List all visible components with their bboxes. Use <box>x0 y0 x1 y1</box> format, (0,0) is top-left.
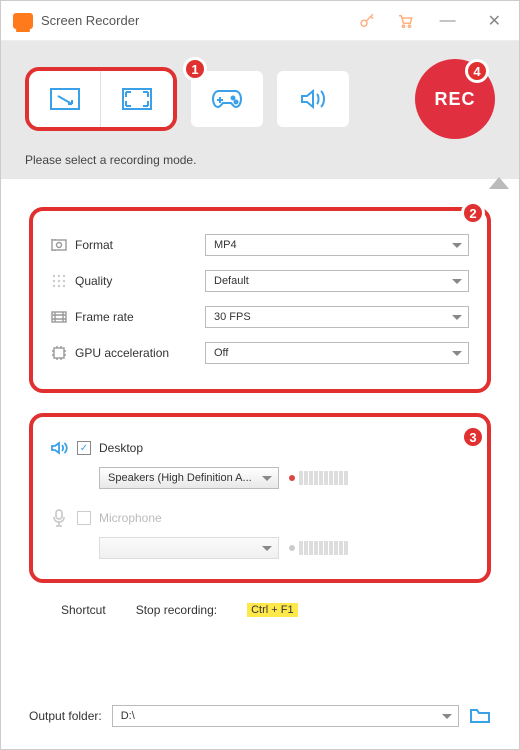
browse-folder-icon[interactable] <box>469 707 491 725</box>
shortcut-row: Shortcut Stop recording: Ctrl + F1 <box>61 603 459 617</box>
mode-hint: Please select a recording mode. <box>25 153 495 167</box>
shortcut-label: Shortcut <box>61 603 106 617</box>
desktop-device-dropdown[interactable]: Speakers (High Definition A... <box>99 467 279 489</box>
desktop-vu-meter <box>289 471 348 485</box>
minimize-button[interactable]: — <box>434 12 462 30</box>
framerate-label: Frame rate <box>75 310 205 324</box>
audio-mode-button[interactable] <box>277 71 349 127</box>
desktop-audio-label: Desktop <box>99 441 143 455</box>
microphone-icon <box>51 509 77 527</box>
window-title: Screen Recorder <box>41 13 139 28</box>
quality-dropdown[interactable]: Default <box>205 270 469 292</box>
output-folder-label: Output folder: <box>29 709 102 723</box>
custom-region-button[interactable] <box>29 71 101 127</box>
annotation-badge-2: 2 <box>461 201 485 225</box>
record-label: REC <box>434 89 475 110</box>
microphone-label: Microphone <box>99 511 162 525</box>
format-label: Format <box>75 238 205 252</box>
fullscreen-button[interactable] <box>101 71 173 127</box>
microphone-checkbox[interactable] <box>77 511 91 525</box>
close-button[interactable]: ✕ <box>482 11 507 31</box>
annotation-badge-3: 3 <box>461 425 485 449</box>
output-folder-dropdown[interactable]: D:\ <box>112 705 459 727</box>
audio-settings-panel: ✓ Desktop Speakers (High Definition A...… <box>29 413 491 583</box>
gpu-icon <box>51 345 75 361</box>
framerate-icon <box>51 309 75 325</box>
annotation-badge-4: 4 <box>465 59 489 83</box>
stop-recording-key: Ctrl + F1 <box>247 603 297 617</box>
speaker-icon <box>51 440 77 456</box>
gpu-label: GPU acceleration <box>75 346 205 360</box>
framerate-dropdown[interactable]: 30 FPS <box>205 306 469 328</box>
format-dropdown[interactable]: MP4 <box>205 234 469 256</box>
output-footer: Output folder: D:\ <box>29 705 491 727</box>
key-icon[interactable] <box>358 12 376 30</box>
annotation-badge-1: 1 <box>183 57 207 81</box>
video-settings-panel: Format MP4 Quality Default Frame rate 30… <box>29 207 491 393</box>
mode-toolbar: REC Please select a recording mode. <box>1 41 519 179</box>
format-icon <box>51 237 75 253</box>
gpu-dropdown[interactable]: Off <box>205 342 469 364</box>
quality-icon <box>51 273 75 289</box>
cart-icon[interactable] <box>396 12 414 30</box>
microphone-vu-meter <box>289 541 348 555</box>
region-mode-group <box>25 67 177 131</box>
app-logo-icon <box>13 13 33 29</box>
microphone-device-dropdown[interactable] <box>99 537 279 559</box>
game-mode-button[interactable] <box>191 71 263 127</box>
quality-label: Quality <box>75 274 205 288</box>
titlebar: Screen Recorder — ✕ <box>1 1 519 41</box>
collapse-toggle-icon[interactable] <box>489 177 509 189</box>
stop-recording-label: Stop recording: <box>136 603 217 617</box>
app-window: Screen Recorder — ✕ <box>0 0 520 750</box>
desktop-audio-checkbox[interactable]: ✓ <box>77 441 91 455</box>
